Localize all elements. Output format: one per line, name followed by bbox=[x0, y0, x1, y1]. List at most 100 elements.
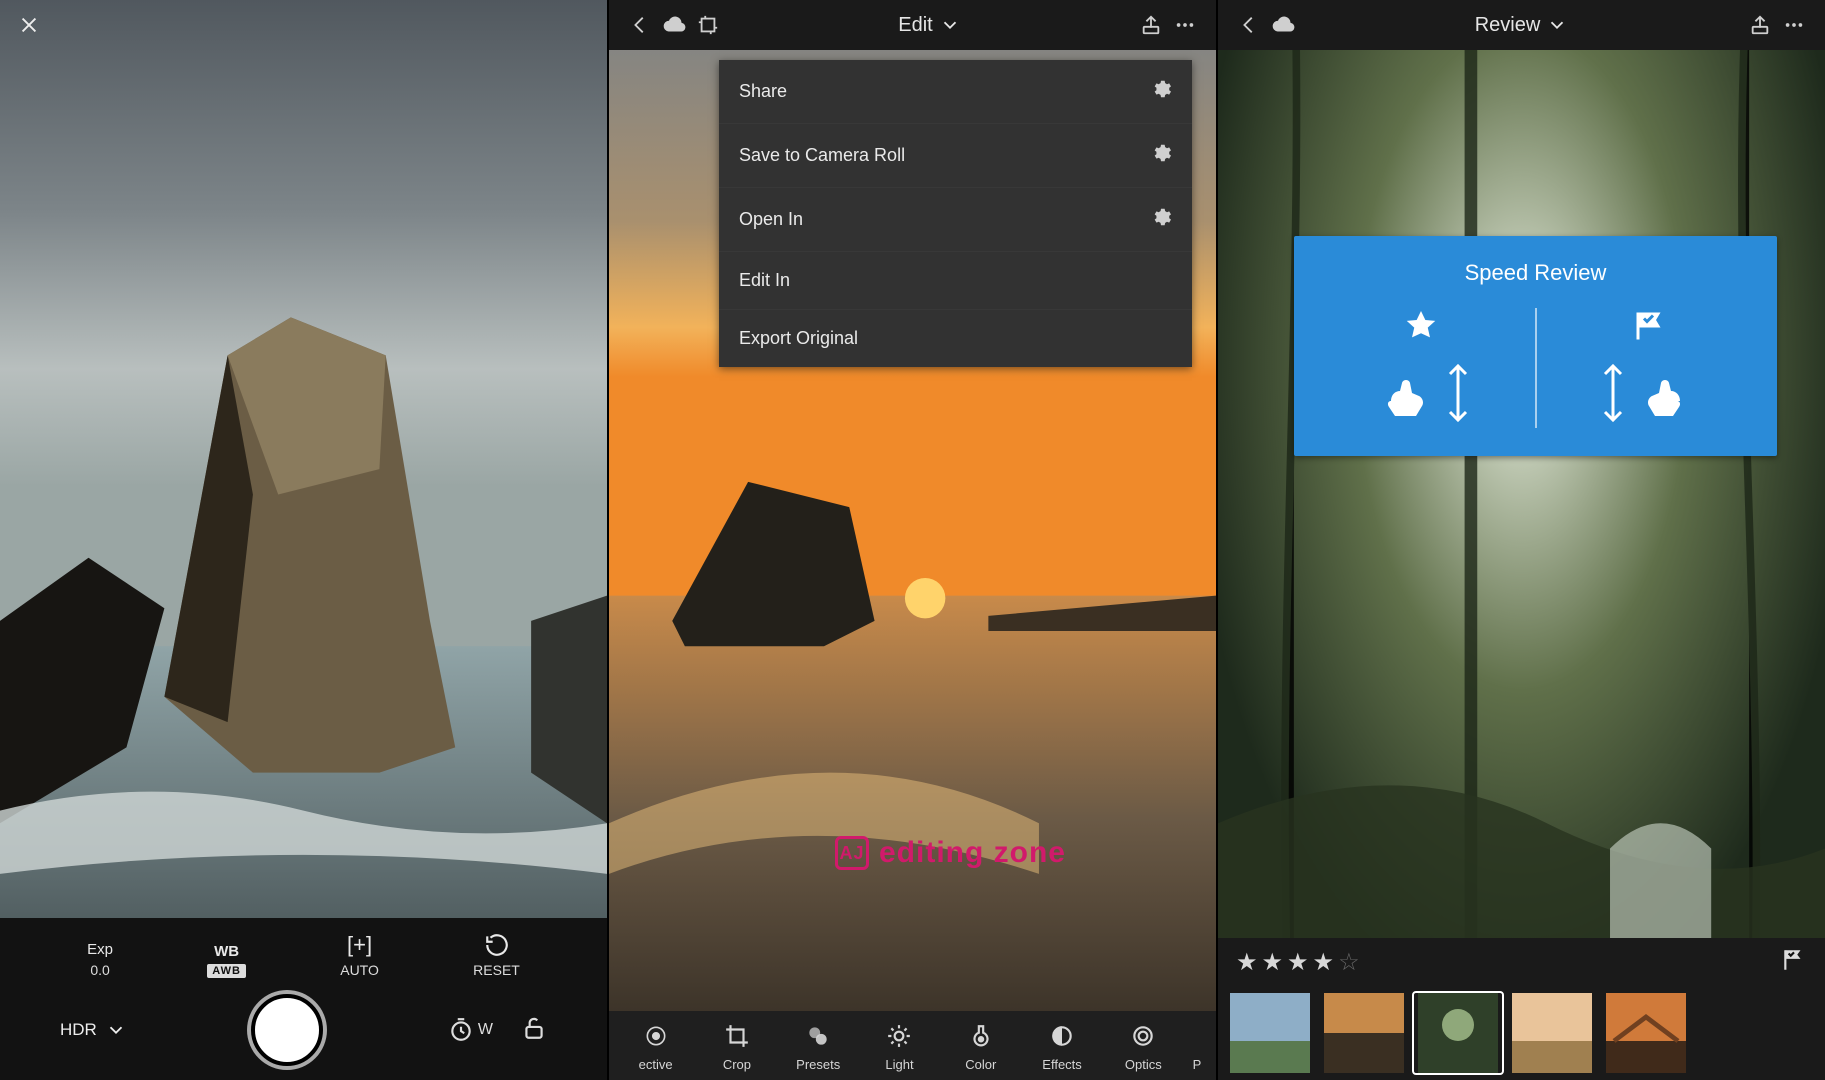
tool-light[interactable]: Light bbox=[859, 1021, 940, 1072]
timer-w-label: W bbox=[478, 1021, 493, 1039]
gear-icon[interactable] bbox=[1150, 78, 1172, 105]
star-icon: ★ bbox=[1313, 948, 1335, 977]
more-icon[interactable] bbox=[1777, 8, 1811, 42]
review-topbar: Review bbox=[1218, 0, 1825, 50]
menu-item-label: Save to Camera Roll bbox=[739, 145, 905, 166]
camera-screen: Exp 0.0 WB AWB [+] AUTO RESET HDR bbox=[0, 0, 609, 1080]
star-icon bbox=[1403, 308, 1439, 344]
review-photo bbox=[1218, 0, 1825, 1080]
tool-optics[interactable]: Optics bbox=[1103, 1021, 1184, 1072]
optics-icon bbox=[1130, 1021, 1156, 1051]
reset-button[interactable]: RESET bbox=[473, 932, 520, 978]
menu-item-export-original[interactable]: Export Original bbox=[719, 310, 1192, 367]
share-icon[interactable] bbox=[1743, 8, 1777, 42]
tool-color[interactable]: Color bbox=[940, 1021, 1021, 1072]
tool-label: Optics bbox=[1125, 1057, 1162, 1072]
tool-partial[interactable]: P bbox=[1184, 1021, 1210, 1072]
tool-selective[interactable]: ective bbox=[615, 1021, 696, 1072]
speed-review-card: Speed Review bbox=[1294, 236, 1777, 456]
more-icon[interactable] bbox=[1168, 8, 1202, 42]
close-icon[interactable] bbox=[18, 12, 40, 43]
white-balance-control[interactable]: WB AWB bbox=[207, 943, 246, 978]
watermark-text: editing zone bbox=[879, 836, 1066, 870]
auto-button[interactable]: [+] AUTO bbox=[340, 932, 379, 978]
thumb[interactable] bbox=[1226, 993, 1314, 1073]
exposure-label: Exp bbox=[87, 941, 113, 958]
up-down-arrows-icon bbox=[1445, 358, 1471, 428]
review-screen: Review Speed Review bbox=[1218, 0, 1825, 1080]
back-icon[interactable] bbox=[1232, 8, 1266, 42]
presets-icon bbox=[805, 1021, 831, 1051]
crop-preview-icon[interactable] bbox=[691, 8, 725, 42]
chevron-down-icon bbox=[1546, 14, 1568, 36]
partial-icon bbox=[1195, 1021, 1199, 1051]
review-title[interactable]: Review bbox=[1475, 14, 1569, 37]
swipe-hand-icon bbox=[1636, 361, 1700, 425]
edit-title[interactable]: Edit bbox=[898, 14, 960, 37]
cloud-icon[interactable] bbox=[1266, 8, 1300, 42]
rate-gesture-column bbox=[1312, 308, 1531, 428]
exposure-control[interactable]: Exp 0.0 bbox=[87, 941, 113, 978]
brackets-plus-icon: [+] bbox=[347, 932, 372, 958]
crop-icon bbox=[724, 1021, 750, 1051]
timer-icon[interactable]: W bbox=[448, 1017, 493, 1043]
gear-icon[interactable] bbox=[1150, 206, 1172, 233]
camera-bottom-panel: Exp 0.0 WB AWB [+] AUTO RESET HDR bbox=[0, 918, 607, 1080]
share-menu: Share Save to Camera Roll Open In Edit I… bbox=[719, 60, 1192, 367]
lock-open-icon[interactable] bbox=[521, 1015, 547, 1046]
tool-presets[interactable]: Presets bbox=[778, 1021, 859, 1072]
effects-icon bbox=[1049, 1021, 1075, 1051]
tool-label: Presets bbox=[796, 1057, 840, 1072]
hdr-toggle[interactable]: HDR bbox=[60, 1019, 127, 1041]
watermark: AJ editing zone bbox=[835, 836, 1066, 870]
menu-item-edit-in[interactable]: Edit In bbox=[719, 252, 1192, 310]
edit-title-label: Edit bbox=[898, 14, 932, 37]
chevron-down-icon bbox=[105, 1019, 127, 1041]
menu-item-label: Export Original bbox=[739, 328, 858, 349]
review-title-label: Review bbox=[1475, 14, 1541, 37]
flag-toggle[interactable] bbox=[1781, 947, 1807, 978]
menu-item-share[interactable]: Share bbox=[719, 60, 1192, 124]
speed-review-title: Speed Review bbox=[1312, 260, 1759, 286]
gear-icon[interactable] bbox=[1150, 142, 1172, 169]
share-icon[interactable] bbox=[1134, 8, 1168, 42]
thumb[interactable] bbox=[1508, 993, 1596, 1073]
auto-label: AUTO bbox=[340, 962, 379, 978]
light-icon bbox=[886, 1021, 912, 1051]
edit-topbar: Edit bbox=[609, 0, 1216, 50]
card-divider bbox=[1535, 308, 1537, 428]
tool-effects[interactable]: Effects bbox=[1021, 1021, 1102, 1072]
menu-item-open-in[interactable]: Open In bbox=[719, 188, 1192, 252]
reset-label: RESET bbox=[473, 962, 520, 978]
tool-crop[interactable]: Crop bbox=[696, 1021, 777, 1072]
hdr-label: HDR bbox=[60, 1020, 97, 1040]
tool-label: Effects bbox=[1042, 1057, 1082, 1072]
star-rating[interactable]: ★ ★ ★ ★ ☆ bbox=[1236, 948, 1360, 977]
thumb[interactable] bbox=[1320, 993, 1408, 1073]
menu-item-label: Share bbox=[739, 81, 787, 102]
thumb-active[interactable] bbox=[1414, 993, 1502, 1073]
up-down-arrows-icon bbox=[1600, 358, 1626, 428]
tool-label: ective bbox=[639, 1057, 673, 1072]
star-outline-icon: ☆ bbox=[1338, 948, 1360, 977]
menu-item-save-camera-roll[interactable]: Save to Camera Roll bbox=[719, 124, 1192, 188]
edit-screen: Edit Share Save to Camera Roll Open In E… bbox=[609, 0, 1218, 1080]
color-icon bbox=[968, 1021, 994, 1051]
flag-gesture-column bbox=[1541, 308, 1760, 428]
selective-icon bbox=[643, 1021, 669, 1051]
tool-label: Light bbox=[885, 1057, 913, 1072]
cloud-icon[interactable] bbox=[657, 8, 691, 42]
star-icon: ★ bbox=[1287, 948, 1309, 977]
star-icon: ★ bbox=[1236, 948, 1258, 977]
shutter-button[interactable] bbox=[251, 994, 323, 1066]
back-icon[interactable] bbox=[623, 8, 657, 42]
thumb[interactable] bbox=[1602, 993, 1690, 1073]
filmstrip[interactable] bbox=[1218, 986, 1825, 1080]
reset-icon bbox=[484, 932, 510, 958]
star-icon: ★ bbox=[1262, 948, 1284, 977]
menu-item-label: Edit In bbox=[739, 270, 790, 291]
flag-check-icon bbox=[1632, 308, 1668, 344]
tool-label: P bbox=[1193, 1057, 1202, 1072]
swipe-hand-icon bbox=[1371, 361, 1435, 425]
watermark-badge: AJ bbox=[835, 836, 869, 870]
